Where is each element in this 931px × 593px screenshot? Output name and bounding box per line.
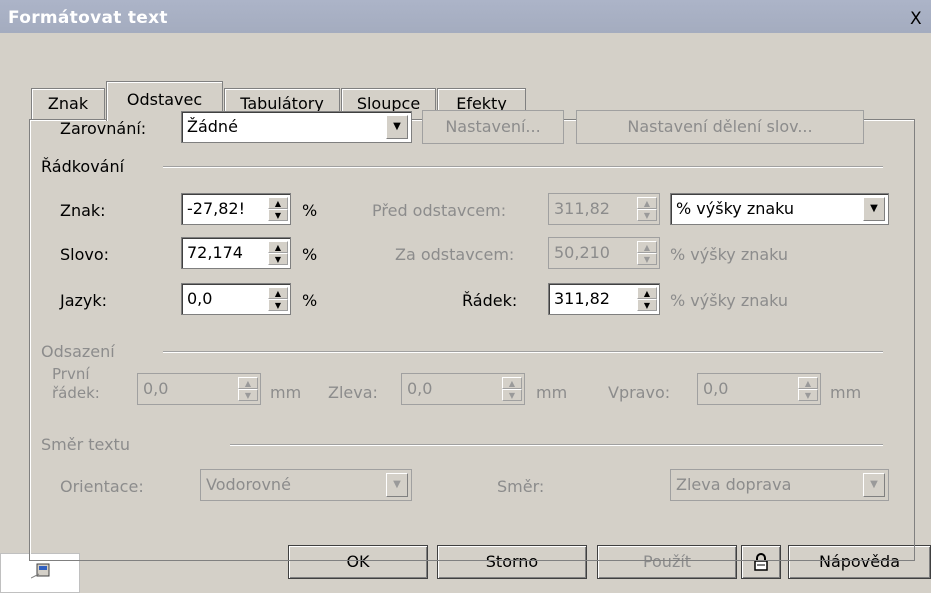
before-paragraph-input[interactable]: 311,82 ▲ ▼ (548, 193, 660, 225)
word-spacing-unit: % (302, 245, 318, 264)
text-direction-select[interactable]: Zleva doprava ▼ (670, 469, 889, 501)
tab-znak[interactable]: Znak (31, 88, 105, 119)
left-indent-value: 0,0 (407, 379, 433, 398)
left-indent-unit: mm (536, 383, 568, 402)
left-indent-input[interactable]: 0,0 ▲ ▼ (401, 373, 525, 405)
spinner[interactable]: ▲ ▼ (238, 377, 258, 401)
arrow-up-icon[interactable]: ▲ (268, 241, 288, 253)
right-indent-unit: mm (830, 383, 862, 402)
spinner[interactable]: ▲ ▼ (268, 241, 288, 265)
spacing-unit-value: % výšky znaku (676, 199, 795, 218)
spacing-unit-select[interactable]: % výšky znaku ▼ (670, 193, 889, 225)
arrow-down-icon[interactable]: ▼ (502, 389, 522, 401)
line-spacing-input[interactable]: 311,82 ▲ ▼ (548, 283, 660, 315)
divider (230, 444, 883, 446)
char-spacing-value: -27,82! (187, 199, 245, 218)
arrow-up-icon[interactable]: ▲ (268, 197, 288, 209)
line-spacing-value: 311,82 (554, 289, 610, 308)
spinner[interactable]: ▲ ▼ (502, 377, 522, 401)
after-paragraph-input[interactable]: 50,210 ▲ ▼ (548, 237, 660, 269)
arrow-up-icon[interactable]: ▲ (238, 377, 258, 389)
divider (163, 166, 883, 168)
before-paragraph-label: Před odstavcem: (372, 201, 507, 220)
chevron-down-icon[interactable]: ▼ (863, 197, 885, 221)
first-line-indent-input[interactable]: 0,0 ▲ ▼ (137, 373, 261, 405)
chevron-down-icon[interactable]: ▼ (386, 115, 408, 139)
right-indent-label: Vpravo: (608, 383, 671, 402)
first-line-label-2: řádek: (52, 384, 100, 402)
after-paragraph-value: 50,210 (554, 243, 610, 262)
arrow-down-icon[interactable]: ▼ (268, 299, 288, 311)
first-line-label-1: První (52, 365, 90, 383)
spinner[interactable]: ▲ ▼ (637, 241, 657, 265)
char-spacing-unit: % (302, 201, 318, 220)
language-spacing-label: Jazyk: (60, 291, 108, 310)
char-spacing-label: Znak: (60, 201, 106, 220)
right-indent-value: 0,0 (703, 379, 729, 398)
language-spacing-unit: % (302, 291, 318, 310)
window-title: Formátovat text (8, 8, 168, 28)
app-icon (31, 563, 50, 579)
alignment-value: Žádné (187, 117, 238, 136)
arrow-down-icon[interactable]: ▼ (637, 209, 657, 221)
divider (163, 351, 883, 353)
arrow-down-icon[interactable]: ▼ (637, 299, 657, 311)
arrow-up-icon[interactable]: ▲ (637, 241, 657, 253)
spinner[interactable]: ▲ ▼ (268, 197, 288, 221)
orientation-select[interactable]: Vodorovné ▼ (200, 469, 412, 501)
arrow-up-icon[interactable]: ▲ (637, 287, 657, 299)
first-line-indent-value: 0,0 (143, 379, 169, 398)
arrow-up-icon[interactable]: ▲ (502, 377, 522, 389)
spinner[interactable]: ▲ ▼ (268, 287, 288, 311)
word-spacing-input[interactable]: 72,174 ▲ ▼ (181, 237, 291, 269)
arrow-down-icon[interactable]: ▼ (238, 389, 258, 401)
after-paragraph-label: Za odstavcem: (395, 245, 515, 264)
alignment-select[interactable]: Žádné ▼ (181, 111, 412, 143)
arrow-down-icon[interactable]: ▼ (637, 253, 657, 265)
language-spacing-input[interactable]: 0,0 ▲ ▼ (181, 283, 291, 315)
title-bar: Formátovat text X (0, 0, 931, 33)
after-paragraph-unit: % výšky znaku (670, 245, 789, 264)
word-spacing-label: Slovo: (60, 245, 110, 264)
orientation-label: Orientace: (60, 477, 144, 496)
close-icon[interactable]: X (910, 9, 922, 29)
spinner[interactable]: ▲ ▼ (637, 287, 657, 311)
spacing-section-title: Řádkování (41, 157, 125, 176)
text-direction-label: Směr: (497, 477, 545, 496)
hyphenation-settings-button[interactable]: Nastavení dělení slov... (576, 110, 864, 144)
direction-section-title: Směr textu (41, 435, 130, 454)
alignment-label: Zarovnání: (60, 119, 147, 138)
text-direction-value: Zleva doprava (676, 475, 792, 494)
settings-button[interactable]: Nastavení... (422, 110, 564, 144)
language-spacing-value: 0,0 (187, 289, 213, 308)
left-indent-label: Zleva: (328, 383, 378, 402)
arrow-down-icon[interactable]: ▼ (268, 253, 288, 265)
char-spacing-input[interactable]: -27,82! ▲ ▼ (181, 193, 291, 225)
dialog-body: Znak Odstavec Tabulátory Sloupce Efekty … (0, 33, 931, 593)
orientation-value: Vodorovné (206, 475, 291, 494)
spinner[interactable]: ▲ ▼ (637, 197, 657, 221)
indent-section-title: Odsazení (41, 342, 115, 361)
spinner[interactable]: ▲ ▼ (798, 377, 818, 401)
arrow-up-icon[interactable]: ▲ (798, 377, 818, 389)
first-line-indent-unit: mm (270, 383, 302, 402)
before-paragraph-value: 311,82 (554, 199, 610, 218)
chevron-down-icon[interactable]: ▼ (863, 473, 885, 497)
line-spacing-unit: % výšky znaku (670, 291, 789, 310)
arrow-up-icon[interactable]: ▲ (637, 197, 657, 209)
chevron-down-icon[interactable]: ▼ (386, 473, 408, 497)
arrow-down-icon[interactable]: ▼ (268, 209, 288, 221)
word-spacing-value: 72,174 (187, 243, 243, 262)
arrow-down-icon[interactable]: ▼ (798, 389, 818, 401)
line-spacing-label: Řádek: (462, 291, 518, 310)
arrow-up-icon[interactable]: ▲ (268, 287, 288, 299)
right-indent-input[interactable]: 0,0 ▲ ▼ (697, 373, 821, 405)
